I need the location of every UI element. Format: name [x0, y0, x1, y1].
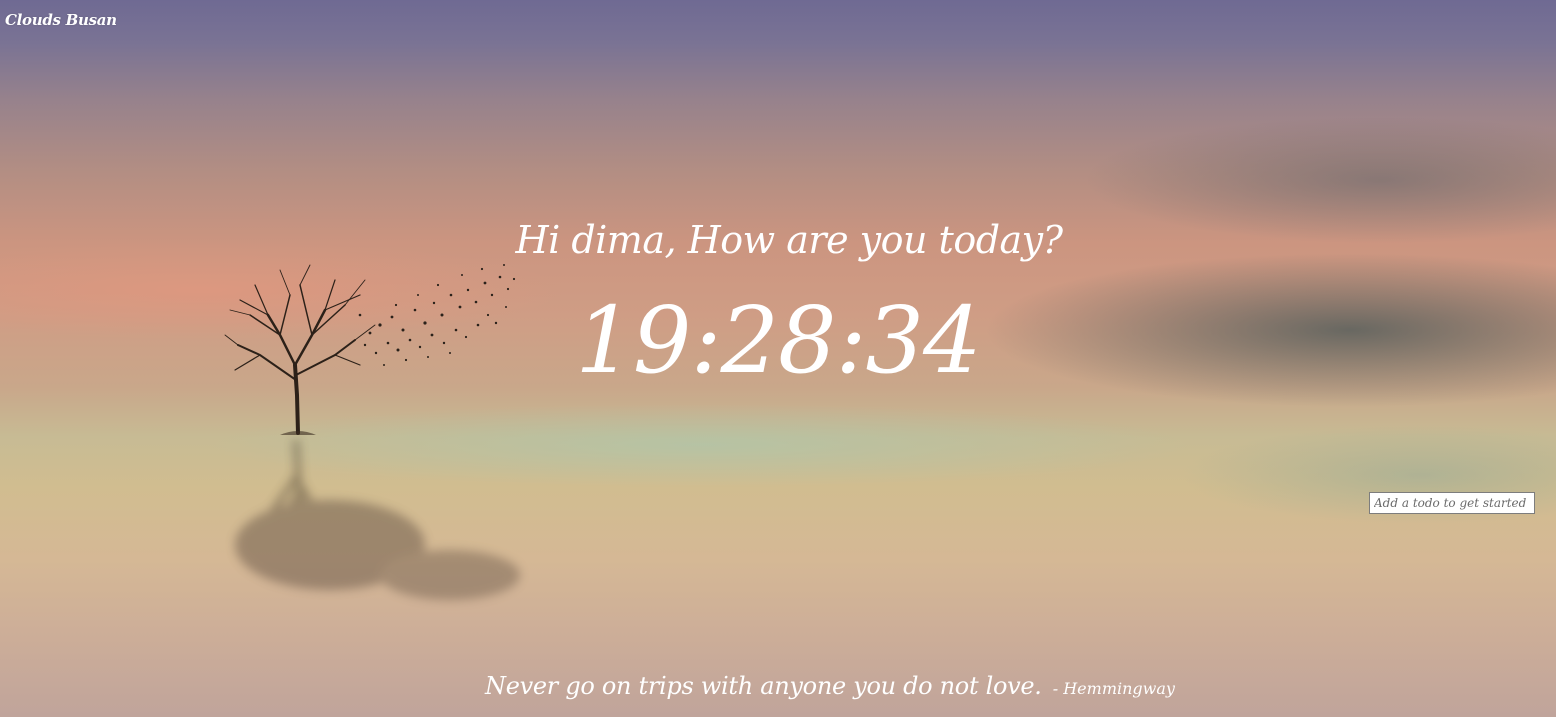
clock-time: 19:28:34 — [575, 287, 981, 394]
quote-text: Never go on trips with anyone you do not… — [485, 672, 1042, 700]
todo-input[interactable] — [1369, 492, 1535, 514]
quote: Never go on trips with anyone you do not… — [0, 672, 1556, 700]
greeting-heading: Hi dima, How are you today? — [515, 218, 1063, 262]
weather-location: Clouds Busan — [5, 11, 117, 29]
quote-author: - Hemmingway — [1052, 679, 1175, 698]
